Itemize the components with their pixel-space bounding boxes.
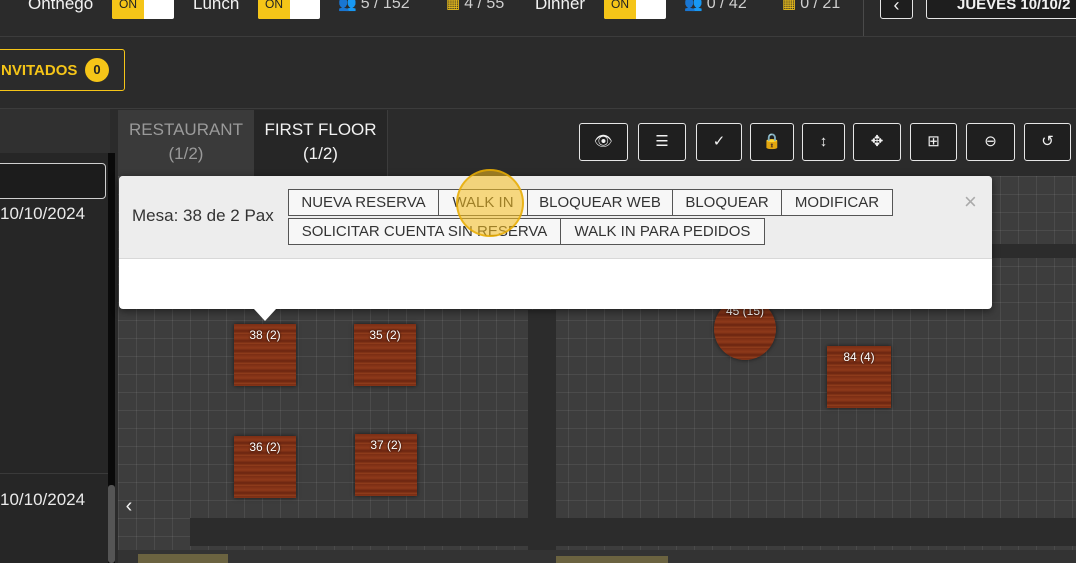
- tables-icon: ▦: [782, 0, 797, 12]
- dinner-tables-count: ▦ 0 / 21: [782, 0, 840, 13]
- users-icon: 👥: [684, 0, 703, 12]
- table-label: 35 (2): [369, 328, 401, 342]
- top-bar: Onthego ON Lunch ON 👥 5 / 152 ▦ 4 / 55 Din…: [0, 0, 1076, 37]
- bloquear-button[interactable]: BLOQUEAR: [672, 189, 782, 216]
- tab-first-floor[interactable]: FIRST FLOOR (1/2): [254, 110, 388, 176]
- date-label: JUEVES 10/10/2: [957, 0, 1071, 13]
- tab-restaurant[interactable]: RESTAURANT (1/2): [118, 110, 254, 176]
- click-highlight: [456, 169, 524, 237]
- lunch-toggle[interactable]: ON: [258, 0, 320, 19]
- tables-icon: ▦: [446, 0, 461, 12]
- tab-count: (1/2): [168, 144, 204, 163]
- chevron-left-icon: ‹: [893, 0, 900, 15]
- undo-icon: ↺: [1041, 133, 1054, 150]
- plus-square-icon: ⊞: [927, 133, 940, 150]
- floor-wall: [992, 244, 1076, 258]
- lunch-guests-count: 👥 5 / 152: [338, 0, 410, 13]
- list-divider: [0, 473, 108, 474]
- move-icon: ✥: [870, 133, 884, 150]
- eye-slash-icon: 👁: [593, 133, 614, 150]
- prev-day-button[interactable]: ‹: [880, 0, 913, 19]
- table-35[interactable]: 35 (2): [354, 324, 416, 386]
- sidebar-header: [0, 109, 110, 153]
- lock-icon: 🔒: [762, 133, 782, 150]
- tab-label: FIRST FLOOR: [264, 120, 377, 139]
- dinner-toggle[interactable]: ON: [604, 0, 666, 19]
- move-button[interactable]: ✥: [853, 123, 901, 161]
- table-38[interactable]: 38 (2): [234, 324, 296, 386]
- list-icon: ☰: [655, 133, 669, 150]
- toggle-on-label: ON: [258, 0, 290, 19]
- service-onthego-label: Onthego: [28, 0, 94, 13]
- invitados-button[interactable]: NVITADOS 0: [0, 49, 125, 91]
- date-selector[interactable]: JUEVES 10/10/2: [926, 0, 1076, 19]
- tab-label: RESTAURANT: [129, 120, 243, 139]
- list-view-button[interactable]: ☰: [638, 123, 686, 161]
- table-label: 37 (2): [370, 438, 402, 452]
- users-icon: 👥: [338, 0, 357, 12]
- dinner-guests-count: 👥 0 / 42: [684, 0, 747, 13]
- toggle-visibility-button[interactable]: 👁: [579, 123, 628, 161]
- reservation-date: 10/10/2024: [0, 204, 86, 223]
- sidebar-search-input[interactable]: [0, 163, 106, 199]
- popup-table-info: Mesa: 38 de 2 Pax: [132, 206, 274, 225]
- onthego-toggle[interactable]: ON: [112, 0, 174, 19]
- solicitar-cuenta-button[interactable]: SOLICITAR CUENTA SIN RESERVA: [288, 218, 561, 245]
- table-84[interactable]: 84 (4): [827, 346, 891, 408]
- floor-wall: [556, 556, 668, 563]
- table-label: 36 (2): [249, 440, 281, 454]
- table-36[interactable]: 36 (2): [234, 436, 296, 498]
- popup-pointer: [254, 309, 276, 321]
- lunch-tables-count: ▦ 4 / 55: [446, 0, 504, 13]
- service-lunch-label: Lunch: [193, 0, 240, 13]
- topbar-divider: [863, 0, 864, 36]
- collapse-sidebar-button[interactable]: ‹: [118, 488, 140, 524]
- table-label: 84 (4): [843, 350, 875, 364]
- add-table-button[interactable]: ⊞: [910, 123, 957, 161]
- check-circle-icon: ✓: [712, 133, 726, 150]
- resize-button[interactable]: ↕: [802, 123, 845, 161]
- toggle-on-label: ON: [112, 0, 144, 19]
- reservation-date: 10/10/2024: [0, 490, 86, 509]
- table-37[interactable]: 37 (2): [355, 434, 417, 496]
- floor-wall: [190, 518, 1076, 546]
- toggle-on-label: ON: [604, 0, 636, 19]
- walk-in-pedidos-button[interactable]: WALK IN PARA PEDIDOS: [560, 218, 765, 245]
- popup-header: Mesa: 38 de 2 Pax × NUEVA RESERVA WALK I…: [119, 176, 992, 259]
- zoom-out-icon: ⊖: [984, 133, 997, 150]
- check-button[interactable]: ✓: [696, 123, 742, 161]
- invitados-count-badge: 0: [85, 58, 109, 82]
- section-divider: [0, 108, 1076, 109]
- tab-count: (1/2): [303, 144, 338, 163]
- undo-button[interactable]: ↺: [1024, 123, 1071, 161]
- resize-vertical-icon: ↕: [819, 133, 828, 150]
- floor-wall: [138, 554, 228, 563]
- close-icon[interactable]: ×: [964, 189, 977, 215]
- table-actions-popup: Mesa: 38 de 2 Pax × NUEVA RESERVA WALK I…: [119, 176, 992, 309]
- modificar-button[interactable]: MODIFICAR: [781, 189, 893, 216]
- chevron-left-icon: ‹: [125, 495, 133, 517]
- bloquear-web-button[interactable]: BLOQUEAR WEB: [527, 189, 673, 216]
- sidebar-scrollbar-thumb[interactable]: [108, 485, 115, 563]
- zoom-out-button[interactable]: ⊖: [966, 123, 1015, 161]
- service-dinner-label: Dinner: [535, 0, 586, 13]
- invitados-label: NVITADOS: [1, 62, 78, 79]
- table-label: 38 (2): [249, 328, 281, 342]
- nueva-reserva-button[interactable]: NUEVA RESERVA: [288, 189, 439, 216]
- lock-button[interactable]: 🔒: [750, 123, 794, 161]
